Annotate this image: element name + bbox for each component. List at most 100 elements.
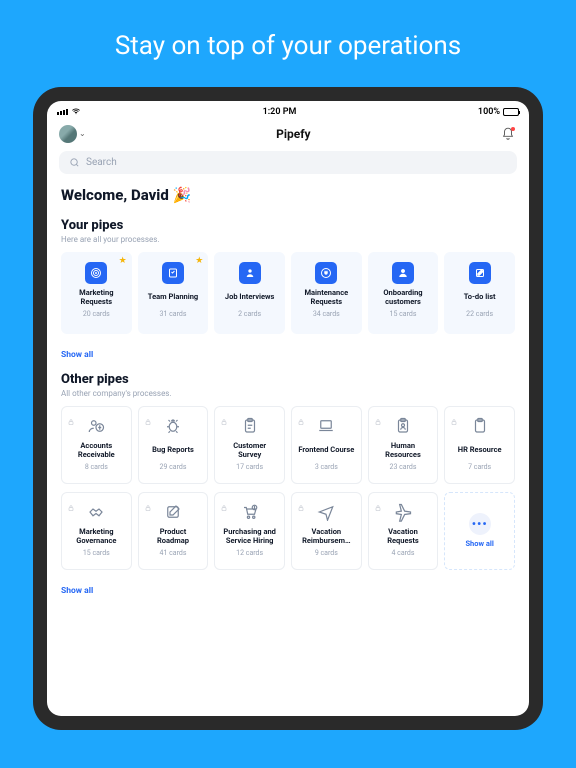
nav-bar: ⌄ Pipefy (47, 121, 529, 149)
pipe-count: 4 cards (391, 549, 414, 557)
pipe-title: To-do list (462, 288, 498, 306)
pipe-count: 2 cards (238, 310, 261, 318)
pipe-count: 15 cards (83, 549, 110, 557)
plug-icon (315, 262, 337, 284)
hero-headline: Stay on top of your operations (115, 30, 461, 63)
pipe-card[interactable]: Marketing Governance 15 cards (61, 492, 132, 570)
pipe-card[interactable]: Customer Survey 17 cards (214, 406, 285, 484)
notification-dot-icon (511, 127, 515, 131)
pipe-card[interactable]: ★ Team Planning 31 cards (138, 252, 209, 334)
pipe-title: Maintenance Requests (295, 288, 358, 306)
tablet-frame: 1:20 PM 100% ⌄ Pipefy Search Welcome, Da… (33, 87, 543, 730)
clipboard-user-icon (392, 415, 414, 437)
app-title: Pipefy (276, 127, 310, 141)
app-screen: 1:20 PM 100% ⌄ Pipefy Search Welcome, Da… (47, 101, 529, 716)
plane-icon (315, 501, 337, 523)
pipe-card[interactable]: Job Interviews 2 cards (214, 252, 285, 334)
pipe-card[interactable]: Bug Reports 29 cards (138, 406, 209, 484)
your-pipes-show-all[interactable]: Show all (61, 350, 93, 360)
lock-icon (67, 411, 75, 430)
notifications-button[interactable] (501, 126, 517, 142)
money-user-icon (85, 415, 107, 437)
pipe-count: 22 cards (466, 310, 493, 318)
lock-icon (374, 411, 382, 430)
pipe-card[interactable]: Vacation Requests 4 cards (368, 492, 439, 570)
pipe-count: 3 cards (315, 463, 338, 471)
lock-icon (220, 497, 228, 516)
star-icon: ★ (119, 256, 127, 266)
chevron-down-icon: ⌄ (79, 129, 86, 138)
pipe-count: 12 cards (236, 549, 263, 557)
pipe-card[interactable]: Vacation Reimbursem… 9 cards (291, 492, 362, 570)
lock-icon (67, 497, 75, 516)
status-bar: 1:20 PM 100% (47, 101, 529, 121)
other-pipes-title: Other pipes (61, 372, 515, 387)
wifi-icon (71, 106, 81, 119)
your-pipes-subtitle: Here are all your processes. (61, 235, 515, 244)
pipe-card[interactable]: To-do list 22 cards (444, 252, 515, 334)
profile-menu[interactable]: ⌄ (59, 125, 86, 143)
other-pipes-row-2: Marketing Governance 15 cards Product Ro… (61, 492, 515, 570)
pipe-title: Marketing Requests (65, 288, 128, 306)
more-icon: ••• (469, 513, 491, 535)
battery-icon (503, 108, 519, 116)
user-icon (392, 262, 414, 284)
pipe-card[interactable]: ★ Marketing Requests 20 cards (61, 252, 132, 334)
star-icon: ★ (195, 256, 203, 266)
pipe-title: Vacation Reimbursem… (296, 527, 357, 545)
your-pipes-title: Your pipes (61, 218, 515, 233)
compose-icon (162, 501, 184, 523)
pipe-card[interactable]: Human Resources 23 cards (368, 406, 439, 484)
pipe-card[interactable]: HR Resource 7 cards (444, 406, 515, 484)
pipe-card[interactable]: Accounts Receivable 8 cards (61, 406, 132, 484)
pipe-count: 7 cards (468, 463, 491, 471)
pipe-title: Job Interviews (223, 288, 277, 306)
pipe-title: Team Planning (146, 288, 200, 306)
bug-icon (162, 415, 184, 437)
pipe-card[interactable]: Product Roadmap 41 cards (138, 492, 209, 570)
pipe-card[interactable]: Frontend Course 3 cards (291, 406, 362, 484)
pipe-count: 9 cards (315, 549, 338, 557)
show-all-label: Show all (465, 539, 493, 548)
search-icon (69, 157, 80, 168)
pipe-count: 17 cards (236, 463, 263, 471)
pipe-title: Bug Reports (150, 441, 196, 459)
pipe-title: Purchasing and Service Hiring (219, 527, 280, 545)
show-all-card[interactable]: ••• Show all (444, 492, 515, 570)
cart-money-icon (239, 501, 261, 523)
your-pipes-row: ★ Marketing Requests 20 cards ★ Team Pla… (61, 252, 515, 334)
pipe-count: 23 cards (390, 463, 417, 471)
pipe-card[interactable]: Purchasing and Service Hiring 12 cards (214, 492, 285, 570)
person-icon (239, 262, 261, 284)
pipe-title: Vacation Requests (373, 527, 434, 545)
pipe-title: Customer Survey (219, 441, 280, 459)
pipe-card[interactable]: Maintenance Requests 34 cards (291, 252, 362, 334)
pipe-title: Accounts Receivable (66, 441, 127, 459)
pipe-count: 15 cards (390, 310, 417, 318)
board-icon (162, 262, 184, 284)
search-input[interactable]: Search (59, 151, 517, 174)
lock-icon (297, 497, 305, 516)
pipe-title: HR Resource (456, 441, 504, 459)
lock-icon (297, 411, 305, 430)
clipboard-icon (239, 415, 261, 437)
lock-icon (144, 411, 152, 430)
pipe-title: Marketing Governance (66, 527, 127, 545)
other-pipes-subtitle: All other company's processes. (61, 389, 515, 398)
lock-icon (220, 411, 228, 430)
search-placeholder: Search (86, 157, 117, 168)
target-icon (85, 262, 107, 284)
cell-signal-icon (57, 109, 68, 115)
pipe-count: 34 cards (313, 310, 340, 318)
pipe-card[interactable]: Onboarding customers 15 cards (368, 252, 439, 334)
pipe-count: 20 cards (83, 310, 110, 318)
pipe-title: Human Resources (373, 441, 434, 459)
handshake-icon (85, 501, 107, 523)
pipe-title: Frontend Course (296, 441, 356, 459)
avatar (59, 125, 77, 143)
welcome-heading: Welcome, David 🎉 (61, 186, 515, 204)
status-time: 1:20 PM (263, 107, 297, 117)
pipe-count: 41 cards (160, 549, 187, 557)
other-pipes-show-all[interactable]: Show all (61, 586, 93, 596)
edit-icon (469, 262, 491, 284)
